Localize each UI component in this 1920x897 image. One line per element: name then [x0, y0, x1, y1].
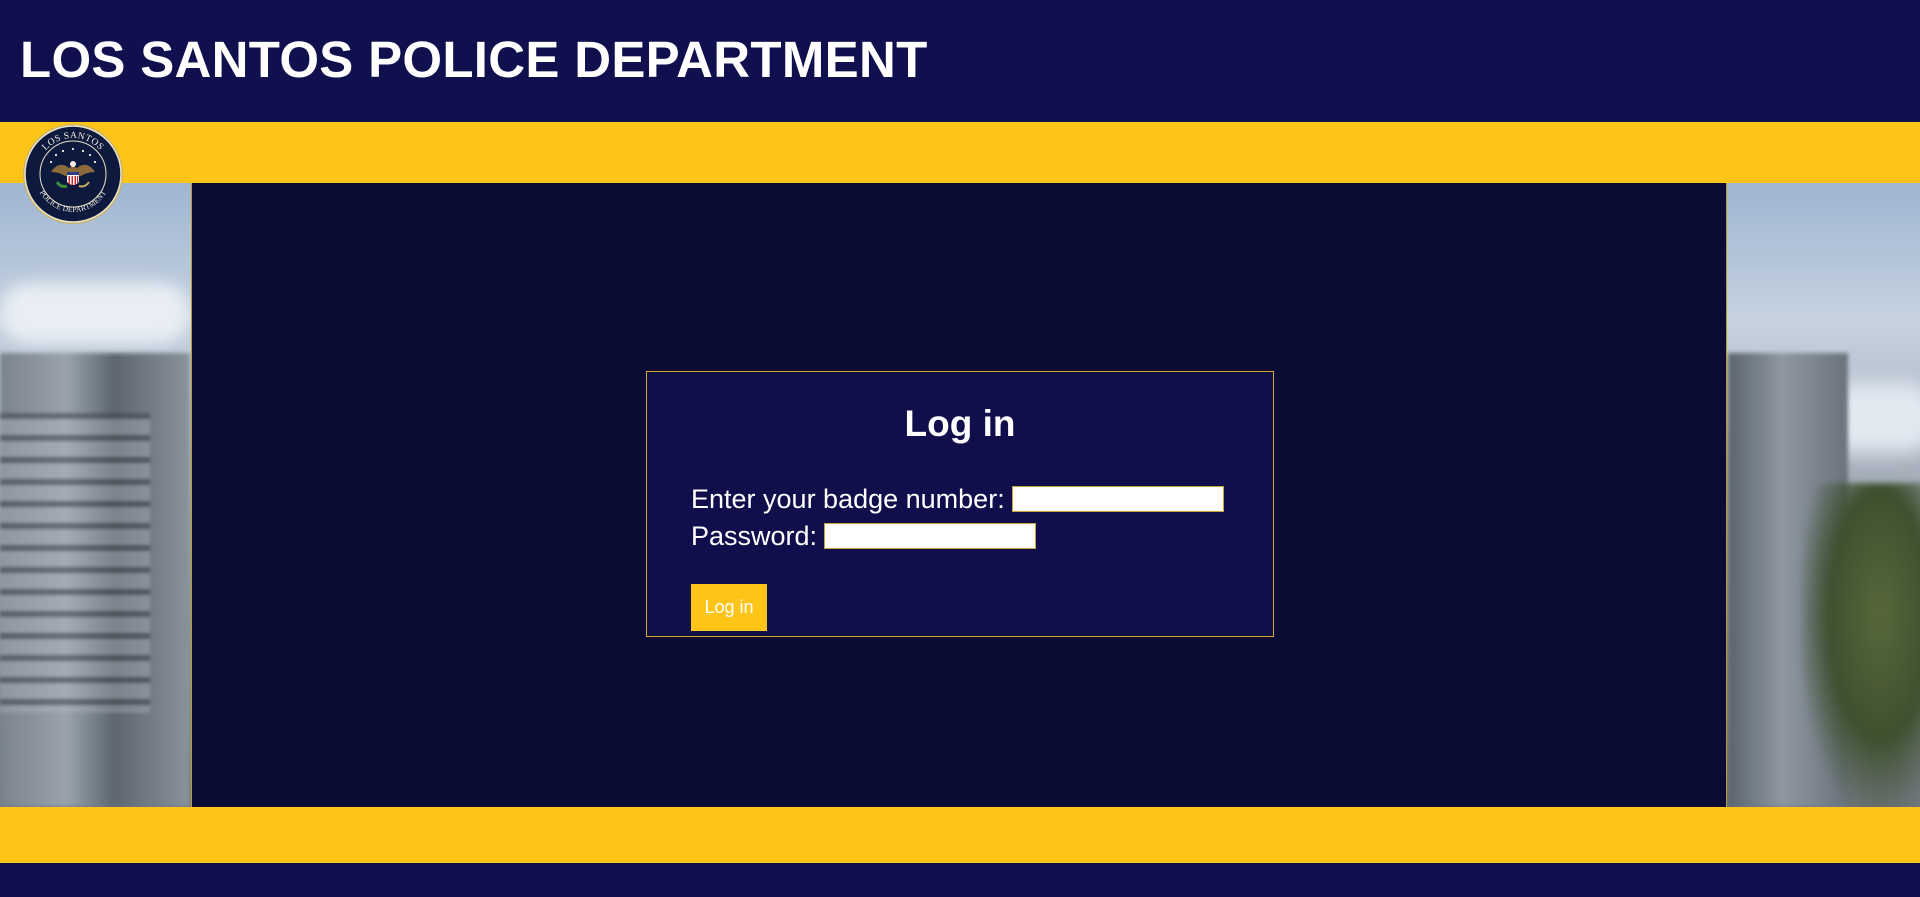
login-title: Log in — [904, 403, 1016, 444]
badge-label: Enter your badge number: — [691, 484, 1005, 514]
password-label: Password: — [691, 521, 818, 551]
cloud — [0, 283, 190, 343]
login-box: Log in Enter your badge number: Password… — [646, 371, 1274, 637]
login-button[interactable]: Log in — [691, 584, 767, 631]
site-header: LOS SANTOS POLICE DEPARTMENT — [0, 0, 1920, 122]
badge-row: Enter your badge number: — [691, 483, 1224, 515]
site-title: LOS SANTOS POLICE DEPARTMENT — [20, 31, 928, 88]
eagle-seal-icon: LOS SANTOS POLICE DEPARTMENT — [23, 124, 123, 224]
top-gold-band — [0, 122, 1920, 183]
lspd-seal-logo: LOS SANTOS POLICE DEPARTMENT — [21, 122, 125, 226]
tree — [1800, 483, 1920, 807]
bottom-gold-band — [0, 807, 1920, 863]
password-row: Password: — [691, 520, 1037, 552]
badge-number-input[interactable] — [1011, 486, 1224, 512]
footer — [0, 863, 1920, 897]
building-left-windows — [0, 413, 150, 713]
password-input[interactable] — [824, 523, 1037, 549]
